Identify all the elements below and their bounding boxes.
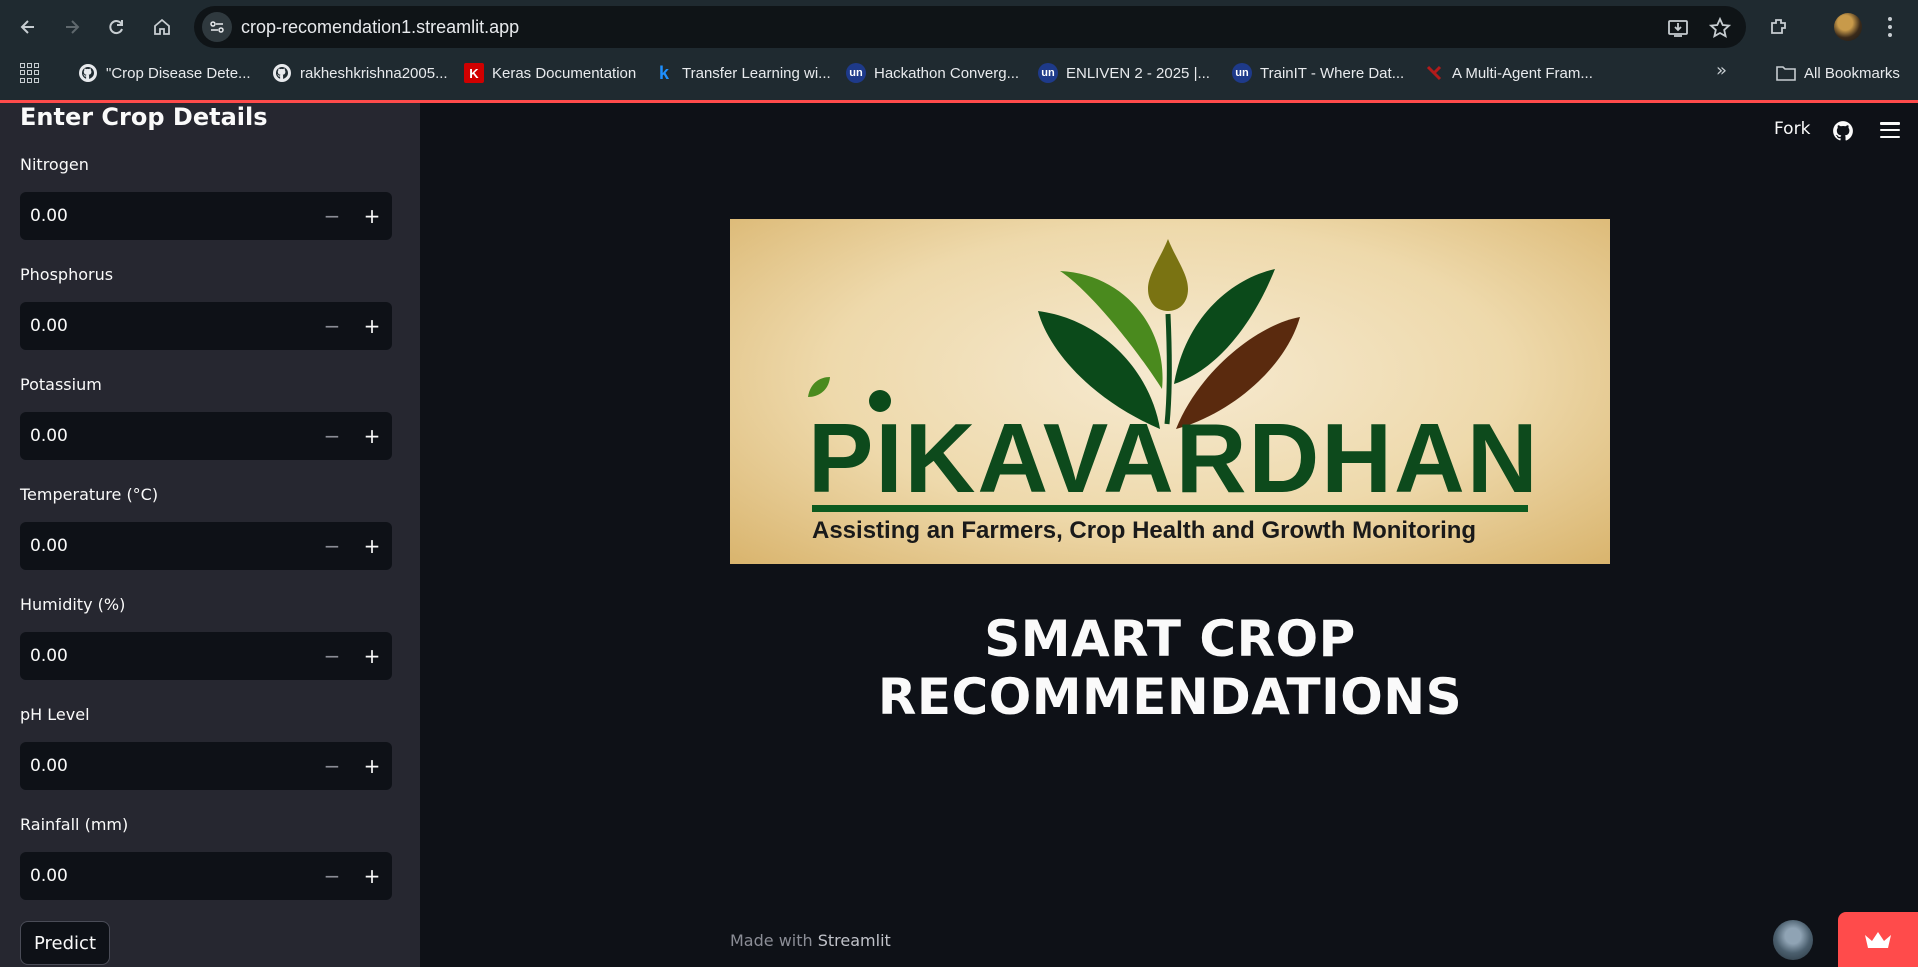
sidebar-title: Enter Crop Details: [20, 103, 268, 131]
nitrogen-value[interactable]: 0.00: [30, 192, 68, 240]
bookmark-trainit[interactable]: un TrainIT - Where Dat...: [1232, 60, 1404, 86]
kaggle-icon: k: [658, 62, 669, 83]
brand-tagline: Assisting an Farmers, Crop Health and Gr…: [812, 517, 1477, 544]
back-icon[interactable]: [14, 13, 42, 41]
phosphorus-value[interactable]: 0.00: [30, 302, 68, 350]
decrement-button[interactable]: −: [312, 412, 352, 460]
rainfall-value[interactable]: 0.00: [30, 852, 68, 900]
bookmark-label: ENLIVEN 2 - 2025 |...: [1066, 64, 1210, 82]
keras-icon: K: [464, 63, 484, 83]
humidity-value[interactable]: 0.00: [30, 632, 68, 680]
bookmark-label: Transfer Learning wi...: [682, 64, 831, 82]
all-bookmarks-button[interactable]: All Bookmarks: [1776, 60, 1900, 86]
phosphorus-label: Phosphorus: [20, 265, 114, 284]
bookmark-hackathon[interactable]: un Hackathon Converg...: [846, 60, 1019, 86]
unstop-icon: un: [1232, 63, 1252, 83]
predict-button[interactable]: Predict: [20, 921, 110, 965]
github-icon: [272, 63, 292, 83]
humidity-label: Humidity (%): [20, 595, 126, 614]
sidebar: Enter Crop Details Nitrogen 0.00 − + Pho…: [0, 103, 420, 967]
increment-button[interactable]: +: [352, 192, 392, 240]
potassium-value[interactable]: 0.00: [30, 412, 68, 460]
bookmark-crop-disease[interactable]: "Crop Disease Dete...: [78, 60, 251, 86]
profile-avatar[interactable]: [1834, 13, 1862, 41]
phosphorus-input[interactable]: 0.00 − +: [20, 302, 392, 350]
github-icon: [78, 63, 98, 83]
ph-level-input[interactable]: 0.00 − +: [20, 742, 392, 790]
reload-icon[interactable]: [102, 13, 130, 41]
bookmark-label: rakheshkrishna2005...: [300, 64, 448, 82]
potassium-input[interactable]: 0.00 − +: [20, 412, 392, 460]
crown-icon: [1865, 931, 1891, 948]
brand-underline: [812, 505, 1528, 512]
main-menu-icon[interactable]: [1880, 122, 1900, 138]
bookmark-label: Hackathon Converg...: [874, 64, 1020, 82]
unstop-icon: un: [1038, 63, 1058, 83]
potassium-label: Potassium: [20, 375, 102, 394]
rainfall-input[interactable]: 0.00 − +: [20, 852, 392, 900]
bookmark-rakheshkrishna[interactable]: rakheshkrishna2005...: [272, 60, 448, 86]
bookmark-star-icon[interactable]: [1708, 16, 1732, 40]
more-bookmarks-icon[interactable]: »: [1716, 60, 1727, 81]
bookmark-label: TrainIT - Where Dat...: [1260, 64, 1405, 82]
footer-prefix: Made with: [730, 931, 813, 950]
decrement-button[interactable]: −: [312, 192, 352, 240]
extensions-icon[interactable]: [1766, 14, 1792, 40]
pikavardhan-logo-banner: PIKAVARDHAN Assisting an Farmers, Crop H…: [730, 219, 1610, 564]
creator-avatar[interactable]: [1773, 920, 1813, 960]
nitrogen-label: Nitrogen: [20, 155, 89, 174]
bookmark-multi-agent[interactable]: A Multi-Agent Fram...: [1424, 60, 1593, 86]
folder-icon: [1776, 63, 1796, 83]
unstop-icon: un: [846, 63, 866, 83]
decrement-button[interactable]: −: [312, 742, 352, 790]
arxiv-icon: [1424, 63, 1444, 83]
home-icon[interactable]: [148, 13, 176, 41]
rainfall-label: Rainfall (mm): [20, 815, 129, 834]
browser-toolbar: crop-recomendation1.streamlit.app: [0, 0, 1918, 54]
fork-button[interactable]: Fork: [1774, 119, 1810, 139]
address-bar[interactable]: crop-recomendation1.streamlit.app: [194, 6, 1746, 48]
apps-grid-icon[interactable]: [20, 63, 40, 83]
bookmark-keras[interactable]: K Keras Documentation: [464, 60, 636, 86]
browser-menu-icon[interactable]: [1880, 13, 1900, 41]
bookmark-label: A Multi-Agent Fram...: [1452, 64, 1593, 82]
brand-name: PIKAVARDHAN: [808, 403, 1540, 513]
decrement-button[interactable]: −: [312, 632, 352, 680]
url-text[interactable]: crop-recomendation1.streamlit.app: [241, 6, 519, 48]
page-title: SMART CROP RECOMMENDATIONS: [877, 610, 1463, 726]
humidity-input[interactable]: 0.00 − +: [20, 632, 392, 680]
bookmark-label: Keras Documentation: [492, 64, 637, 82]
streamlit-link[interactable]: Streamlit: [818, 931, 891, 950]
temperature-value[interactable]: 0.00: [30, 522, 68, 570]
nitrogen-input[interactable]: 0.00 − +: [20, 192, 392, 240]
increment-button[interactable]: +: [352, 412, 392, 460]
streamlit-crown-badge[interactable]: [1838, 912, 1918, 967]
temperature-label: Temperature (°C): [20, 485, 159, 504]
increment-button[interactable]: +: [352, 852, 392, 900]
increment-button[interactable]: +: [352, 632, 392, 680]
bookmark-transfer-learning[interactable]: k Transfer Learning wi...: [654, 60, 831, 86]
github-icon[interactable]: [1832, 120, 1854, 142]
all-bookmarks-label: All Bookmarks: [1804, 64, 1900, 82]
decrement-button[interactable]: −: [312, 302, 352, 350]
footer: Made with Streamlit: [730, 931, 891, 950]
site-info-icon[interactable]: [202, 12, 232, 42]
forward-icon[interactable]: [58, 13, 86, 41]
bookmark-label: "Crop Disease Dete...: [106, 64, 251, 82]
install-app-icon[interactable]: [1666, 16, 1690, 40]
decrement-button[interactable]: −: [312, 522, 352, 570]
bookmark-enliven[interactable]: un ENLIVEN 2 - 2025 |...: [1038, 60, 1210, 86]
decrement-button[interactable]: −: [312, 852, 352, 900]
increment-button[interactable]: +: [352, 742, 392, 790]
increment-button[interactable]: +: [352, 302, 392, 350]
ph-level-label: pH Level: [20, 705, 90, 724]
temperature-input[interactable]: 0.00 − +: [20, 522, 392, 570]
ph-level-value[interactable]: 0.00: [30, 742, 68, 790]
increment-button[interactable]: +: [352, 522, 392, 570]
